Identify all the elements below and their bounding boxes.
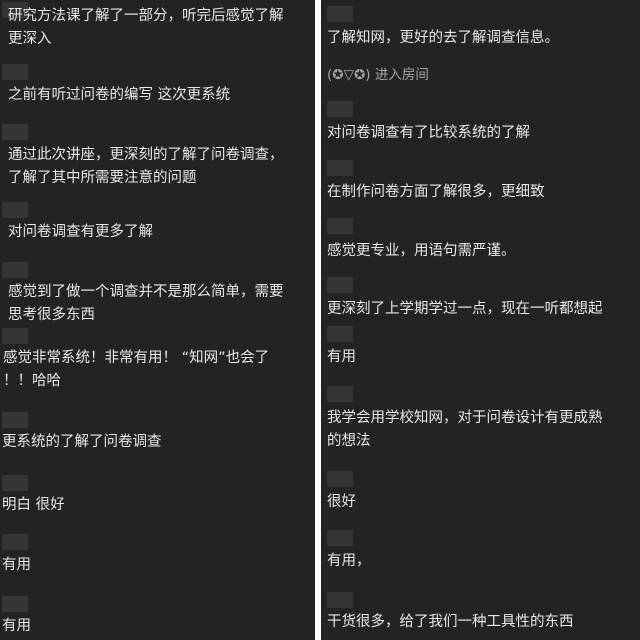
avatar	[2, 475, 28, 491]
message-line: 更深刻了上学期学过一点，现在一听都想起	[327, 301, 603, 317]
left-chat-panel: 研究方法课了解了一部分，听完后感觉了解 更深入 之前有听过问卷的编写 这次更系统…	[0, 0, 314, 640]
message-line: 有用	[327, 349, 356, 365]
message-line: 了解知网，更好的去了解调查信息。	[327, 30, 559, 46]
message-line: ！！哈哈	[3, 373, 61, 389]
message-line: 的想法	[327, 433, 371, 449]
message: 感觉到了做一个调查并不是那么简单，需要 思考很多东西	[8, 281, 284, 327]
avatar	[2, 202, 28, 218]
avatar	[2, 534, 28, 550]
message-line: 感觉非常系统！非常有用！ “知网”也会了	[3, 350, 270, 366]
avatar	[327, 326, 353, 342]
message: 干货很多，给了我们一种工具性的东西	[327, 611, 574, 634]
message-line: 之前有听过问卷的编写 这次更系统	[8, 87, 231, 103]
message: 有用	[2, 615, 31, 638]
message-line: 对问卷调查有了比较系统的了解	[327, 125, 530, 141]
avatar	[327, 530, 353, 546]
avatar	[327, 386, 353, 402]
avatar	[327, 160, 353, 176]
avatar	[2, 262, 28, 278]
message-line: 我学会用学校知网，对于问卷设计有更成熟	[327, 410, 603, 426]
avatar	[327, 277, 353, 293]
avatar	[327, 6, 353, 22]
message: 之前有听过问卷的编写 这次更系统	[8, 84, 230, 107]
message-line: 了解了其中所需要注意的问题	[8, 170, 197, 186]
message: 了解知网，更好的去了解调查信息。	[327, 27, 559, 50]
chat-screenshot-collage: 研究方法课了解了一部分，听完后感觉了解 更深入 之前有听过问卷的编写 这次更系统…	[0, 0, 640, 640]
message-line: 研究方法课了解了一部分，听完后感觉了解	[8, 8, 284, 24]
message-line: 更深入	[8, 31, 52, 47]
message-line: 更系统的了解了问卷调查	[2, 434, 162, 450]
message: 更深刻了上学期学过一点，现在一听都想起	[327, 298, 603, 321]
right-chat-panel: 了解知网，更好的去了解调查信息。 (✪▽✪) 进入房间 对问卷调查有了比较系统的…	[321, 0, 640, 640]
message: 在制作问卷方面了解很多，更细致	[327, 181, 545, 204]
message: 有用	[327, 346, 356, 369]
system-note: (✪▽✪) 进入房间	[327, 67, 429, 83]
avatar	[327, 218, 353, 234]
message-line: 有用	[2, 557, 31, 573]
message: 感觉非常系统！非常有用！ “知网”也会了 ！！哈哈	[3, 347, 269, 393]
message: 有用，	[327, 550, 371, 573]
avatar	[2, 124, 28, 140]
message: 感觉更专业，用语句需严谨。	[327, 240, 516, 263]
message: 研究方法课了解了一部分，听完后感觉了解 更深入	[8, 5, 284, 51]
message-line: 有用，	[327, 553, 371, 569]
message: 通过此次讲座，更深刻的了解了问卷调查， 了解了其中所需要注意的问题	[8, 144, 284, 190]
message: 我学会用学校知网，对于问卷设计有更成熟 的想法	[327, 407, 603, 453]
avatar	[2, 64, 28, 80]
message: 有用	[2, 554, 31, 577]
message: 对问卷调查有更多了解	[8, 221, 153, 244]
message-line: 感觉到了做一个调查并不是那么简单，需要	[8, 284, 284, 300]
avatar	[2, 328, 28, 344]
message: 明白 很好	[2, 494, 65, 517]
message: 更系统的了解了问卷调查	[2, 431, 162, 454]
message-line: 感觉更专业，用语句需严谨。	[327, 243, 516, 259]
message-line: 在制作问卷方面了解很多，更细致	[327, 184, 545, 200]
message-line: 有用	[2, 618, 31, 634]
avatar	[327, 471, 353, 487]
message: 对问卷调查有了比较系统的了解	[327, 122, 530, 145]
message-line: 很好	[327, 494, 356, 510]
message-line: 明白 很好	[2, 497, 65, 513]
message-line: 对问卷调查有更多了解	[8, 224, 153, 240]
message-line: 干货很多，给了我们一种工具性的东西	[327, 614, 574, 630]
avatar	[327, 101, 353, 117]
message-line: 通过此次讲座，更深刻的了解了问卷调查，	[8, 147, 284, 163]
avatar	[2, 596, 28, 612]
message-line: 思考很多东西	[8, 307, 95, 323]
avatar	[2, 412, 28, 428]
avatar	[327, 592, 353, 608]
message: 很好	[327, 491, 356, 514]
